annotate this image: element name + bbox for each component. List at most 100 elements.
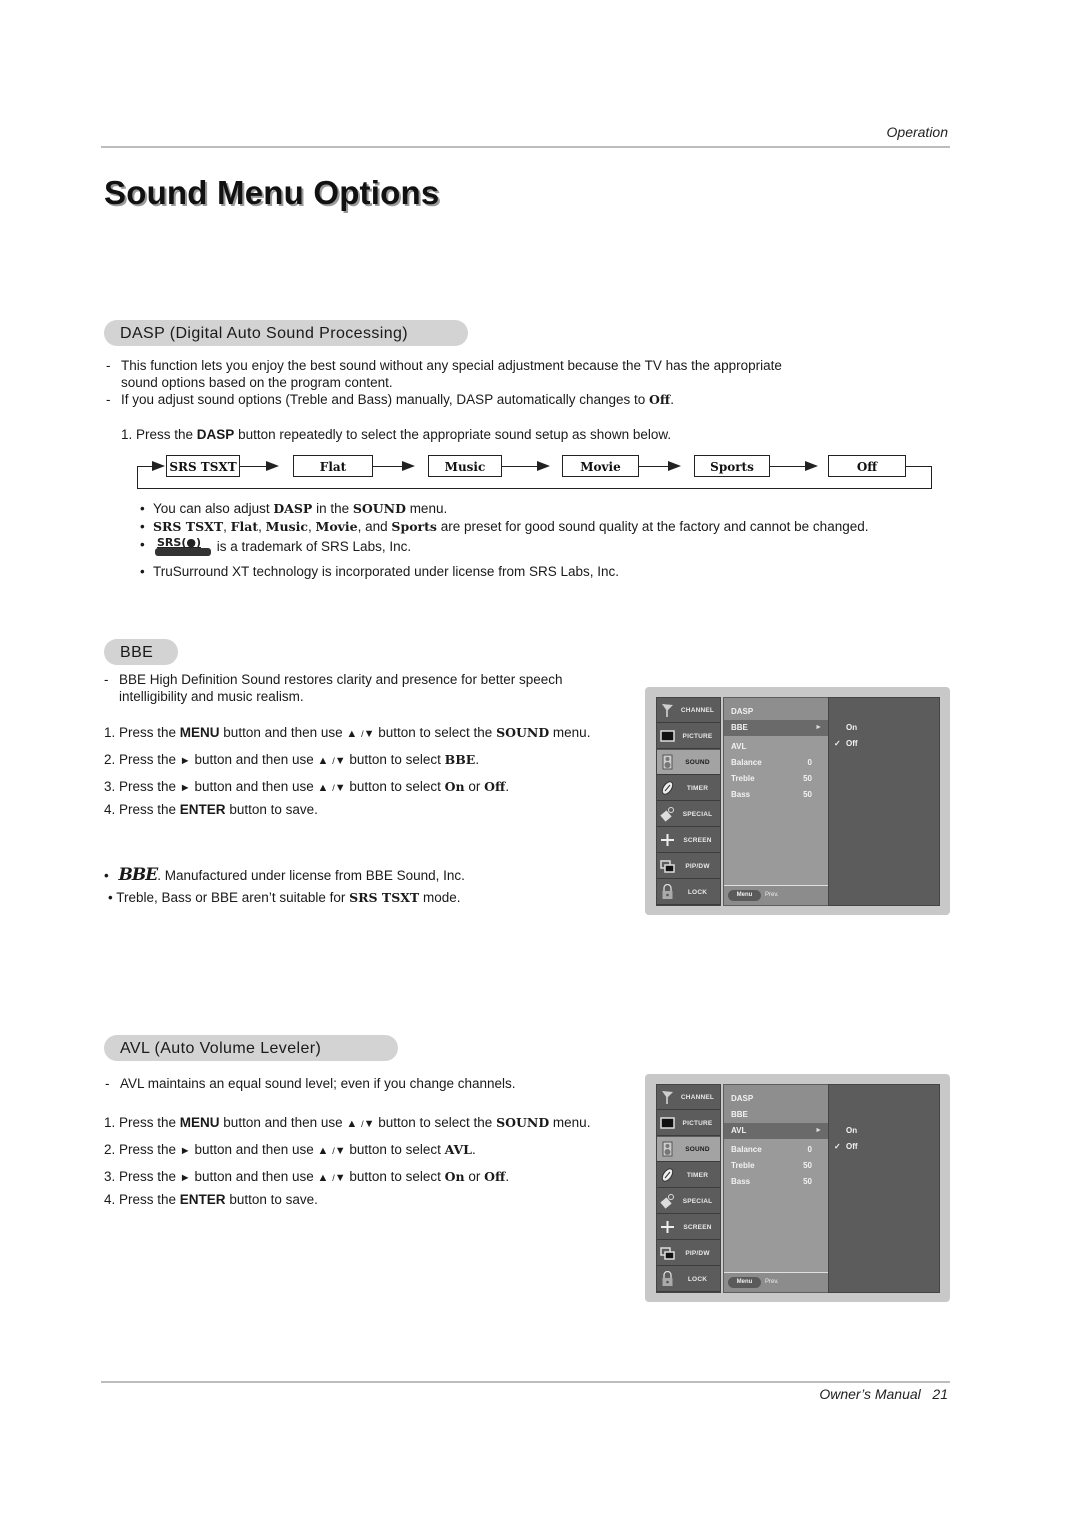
- keyword: SRS TSXT: [349, 890, 420, 905]
- menu-button[interactable]: Menu: [728, 890, 761, 901]
- step-number: 2.: [104, 1142, 120, 1157]
- sound-icon: [660, 1141, 675, 1157]
- osd-option-on[interactable]: On: [829, 720, 939, 736]
- step-text: Press the: [119, 802, 180, 817]
- osd-menu-item-special[interactable]: SPECIAL: [657, 802, 720, 827]
- osd-menu-label: PIP/DW: [685, 863, 710, 870]
- osd-menu-item-timer[interactable]: TIMER: [657, 1163, 720, 1188]
- up-arrow-icon: ▲: [317, 1145, 329, 1157]
- bullet-marker: •: [140, 564, 145, 579]
- step-text: button to select: [345, 1142, 445, 1157]
- osd-sound-item-treble[interactable]: Treble 50: [724, 1158, 828, 1174]
- note-text: .: [670, 392, 674, 407]
- osd-sound-item-avl[interactable]: AVL: [724, 739, 828, 755]
- osd-menu-item-special[interactable]: SPECIAL: [657, 1189, 720, 1214]
- keyword: MENU: [179, 1115, 220, 1130]
- step-text: button and then use: [190, 752, 318, 767]
- osd-menu-item-lock[interactable]: LOCK: [657, 1267, 720, 1292]
- bullet-marker: •: [104, 868, 109, 883]
- footer-rule: [101, 1381, 950, 1383]
- osd-sound-item-dasp[interactable]: DASP: [724, 1091, 828, 1107]
- osd-option-off[interactable]: ✓ Off: [829, 736, 939, 752]
- down-arrow-icon: ▼: [334, 782, 346, 794]
- osd-menu-item-sound[interactable]: SOUND: [657, 1137, 720, 1162]
- step-number: 3.: [104, 1169, 120, 1184]
- osd-sound-item-bass[interactable]: Bass 50: [724, 787, 828, 803]
- step-text: button and then use: [190, 779, 318, 794]
- osd-sound-item-balance[interactable]: Balance 0: [724, 1142, 828, 1158]
- osd-menu-item-channel[interactable]: CHANNEL: [657, 698, 720, 723]
- picture-icon: [660, 728, 675, 744]
- submenu-arrow-icon: ►: [815, 724, 822, 731]
- step-text: button and then use: [190, 1169, 318, 1184]
- step-text: button to select the: [378, 725, 497, 740]
- up-arrow-icon: ▲: [346, 1118, 358, 1130]
- osd-menu-item-picture[interactable]: PICTURE: [657, 1111, 720, 1136]
- keyword: On: [444, 779, 465, 794]
- note-line: BBE High Definition Sound restores clari…: [119, 672, 563, 687]
- manual-title: Owner’s Manual: [819, 1386, 921, 1402]
- flow-loop-bottom: [137, 488, 932, 489]
- osd-menu-label: SCREEN: [683, 837, 712, 844]
- osd-item-value: 0: [807, 758, 812, 767]
- osd-sound-item-avl[interactable]: AVL ►: [724, 1123, 828, 1139]
- special-icon: [660, 806, 675, 822]
- osd-menu-item-lock[interactable]: LOCK: [657, 880, 720, 905]
- osd-menu-item-pip-dw[interactable]: PIP/DW: [657, 1241, 720, 1266]
- osd-sound-item-dasp[interactable]: DASP: [724, 704, 828, 720]
- bullet-text: You can also adjust: [153, 501, 274, 516]
- osd-item-label: Treble: [731, 1161, 755, 1170]
- bullet-text: . Manufactured under license from BBE So…: [157, 868, 465, 883]
- dasp-note-2: - If you adjust sound options (Treble an…: [106, 391, 941, 408]
- flow-connector: [373, 466, 403, 467]
- osd-sound-item-bbe[interactable]: BBE: [724, 1107, 828, 1123]
- osd-sound-item-bbe[interactable]: BBE ►: [724, 720, 828, 736]
- dasp-bullet-3: • SRS(●) is a trademark of SRS Labs, Inc…: [140, 536, 411, 556]
- flow-box-off: Off: [828, 455, 906, 477]
- bullet-marker: •: [140, 519, 145, 534]
- osd-menu-label: SCREEN: [683, 1224, 712, 1231]
- dasp-bullet-2: • SRS TSXT, Flat, Music, Movie, and Spor…: [140, 518, 868, 535]
- keyword: SOUND: [352, 501, 406, 516]
- osd-sound-item-bass[interactable]: Bass 50: [724, 1174, 828, 1190]
- note-text: AVL maintains an equal sound level; even…: [120, 1076, 516, 1091]
- arrow-icon: [668, 461, 681, 471]
- bbe-bullet-2: • Treble, Bass or BBE aren’t suitable fo…: [108, 890, 461, 905]
- channel-icon: [660, 702, 675, 718]
- up-arrow-icon: ▲: [317, 782, 329, 794]
- step-text: button to select: [345, 752, 445, 767]
- osd-menu-item-channel[interactable]: CHANNEL: [657, 1085, 720, 1110]
- menu-button[interactable]: Menu: [728, 1277, 761, 1288]
- avl-note: - AVL maintains an equal sound level; ev…: [105, 1075, 516, 1092]
- osd-sound-item-balance[interactable]: Balance 0: [724, 755, 828, 771]
- sep: ,: [258, 519, 266, 534]
- step-text: .: [475, 752, 480, 767]
- step-number: 4.: [104, 1192, 120, 1207]
- bbe-step-4: 4. Press the ENTER button to save.: [104, 802, 318, 817]
- osd-menu-item-timer[interactable]: TIMER: [657, 776, 720, 801]
- osd-sound-item-treble[interactable]: Treble 50: [724, 771, 828, 787]
- osd-menu-item-sound[interactable]: SOUND: [657, 750, 720, 775]
- bullet-marker: •: [108, 890, 113, 905]
- section-header: Operation: [886, 124, 948, 140]
- osd-item-value: 50: [803, 1161, 812, 1170]
- dash-marker: -: [105, 1076, 110, 1091]
- step-text: 1. Press the: [121, 427, 197, 442]
- special-icon: [660, 1193, 675, 1209]
- osd-menu-item-pip-dw[interactable]: PIP/DW: [657, 854, 720, 879]
- prev-label: Prev.: [765, 892, 779, 898]
- osd-option-on[interactable]: On: [829, 1123, 939, 1139]
- osd-option-off[interactable]: ✓ Off: [829, 1139, 939, 1155]
- osd-item-label: Treble: [731, 774, 755, 783]
- flow-connector: [240, 466, 267, 467]
- keyword: Off: [484, 1169, 506, 1184]
- right-arrow-icon: ►: [179, 1172, 191, 1184]
- osd-item-label: AVL: [731, 742, 747, 751]
- sep: ,: [223, 519, 231, 534]
- osd-menu-item-screen[interactable]: SCREEN: [657, 1215, 720, 1240]
- osd-menu-item-screen[interactable]: SCREEN: [657, 828, 720, 853]
- step-text: Press the: [119, 725, 180, 740]
- osd-menu-label: LOCK: [687, 1276, 708, 1283]
- avl-step-3: 3. Press the ► button and then use ▲ /▼ …: [104, 1169, 509, 1184]
- osd-menu-item-picture[interactable]: PICTURE: [657, 724, 720, 749]
